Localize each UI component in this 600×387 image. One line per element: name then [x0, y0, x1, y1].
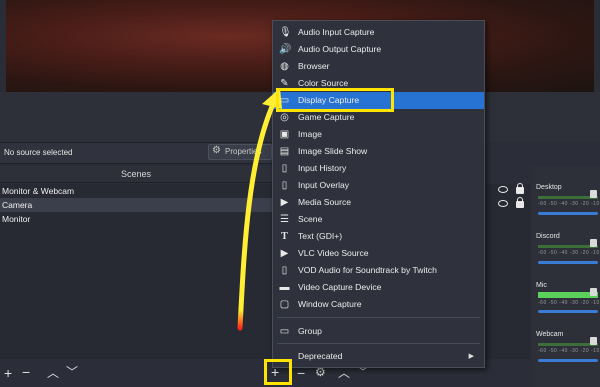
folder-icon: ▭: [279, 326, 290, 337]
menu-item-browser[interactable]: ◍ Browser: [273, 58, 484, 75]
menu-item-label: Input Overlay: [298, 180, 350, 190]
volume-meter: [538, 292, 598, 298]
menu-item-label: Input History: [298, 163, 347, 173]
speaker-icon[interactable]: [590, 288, 597, 296]
menu-item-label: Audio Output Capture: [298, 44, 382, 54]
menu-item-label: Color Source: [298, 78, 349, 88]
list-icon: ☰: [280, 214, 289, 225]
eye-icon[interactable]: [498, 200, 508, 207]
menu-item-label: Image Slide Show: [298, 146, 368, 156]
menu-item-vod-audio[interactable]: ▯ VOD Audio for Soundtrack by Twitch: [273, 262, 484, 279]
chevron-down-icon[interactable]: ﹀: [66, 365, 78, 379]
menu-item-window-capture[interactable]: ▢ Window Capture: [273, 296, 484, 313]
volume-meter: [538, 343, 598, 346]
menu-item-label: Window Capture: [298, 299, 362, 309]
menu-item-label: Image: [298, 129, 322, 139]
scenes-header: Scenes: [0, 166, 272, 183]
menu-item-label: Deprecated: [298, 351, 343, 361]
volume-slider[interactable]: [538, 310, 598, 313]
speaker-icon: 🔊: [279, 44, 292, 55]
gear-icon: ⚙: [212, 145, 221, 156]
menu-item-label: Browser: [298, 61, 330, 71]
menu-item-label: Group: [298, 326, 322, 336]
text-cursor-icon: ▯: [281, 265, 288, 276]
scene-item-monitor-webcam[interactable]: Monitor & Webcam: [0, 184, 272, 198]
menu-item-label: Scene: [298, 214, 323, 224]
menu-item-label: Media Source: [298, 197, 352, 207]
menu-item-label: Video Capture Device: [298, 282, 382, 292]
plus-icon[interactable]: +: [271, 365, 279, 379]
highlight-box-display-capture: [276, 88, 394, 112]
meter-scale: -60 -50 -40 -30 -20 -10 0: [538, 348, 600, 354]
submenu-arrow-icon: ▶: [468, 353, 474, 360]
add-source-menu: 🎙 Audio Input Capture 🔊 Audio Output Captu…: [272, 20, 485, 368]
globe-icon: ◍: [280, 61, 289, 72]
image-icon: ▣: [279, 129, 290, 140]
scene-item-monitor[interactable]: Monitor: [0, 212, 272, 226]
menu-item-group[interactable]: ▭ Group: [273, 323, 484, 340]
volume-meter: [538, 245, 598, 248]
menu-separator: [277, 317, 480, 318]
menu-item-label: Game Capture: [298, 112, 355, 122]
gamepad-icon: ◎: [280, 112, 289, 123]
menu-item-label: VOD Audio for Soundtrack by Twitch: [298, 265, 437, 275]
menu-item-video-capture-device[interactable]: ▬ Video Capture Device: [273, 279, 484, 296]
camera-icon: ▬: [279, 282, 290, 293]
eye-icon[interactable]: [498, 186, 508, 193]
speaker-icon[interactable]: [590, 337, 597, 345]
menu-item-label: VLC Video Source: [298, 248, 369, 258]
lock-icon[interactable]: [516, 183, 524, 194]
volume-slider[interactable]: [538, 212, 598, 215]
menu-item-scene[interactable]: ☰ Scene: [273, 211, 484, 228]
menu-item-label: Text (GDI+): [298, 231, 343, 241]
volume-meter: [538, 196, 598, 199]
play-icon: ▶: [280, 197, 289, 208]
menu-item-input-history[interactable]: ▯ Input History: [273, 160, 484, 177]
no-source-label: No source selected: [4, 148, 73, 157]
chevron-up-icon[interactable]: ︿: [47, 366, 59, 380]
menu-item-image-slide-show[interactable]: ▤ Image Slide Show: [273, 143, 484, 160]
menu-item-image[interactable]: ▣ Image: [273, 126, 484, 143]
menu-item-input-overlay[interactable]: ▯ Input Overlay: [273, 177, 484, 194]
window-icon: ▢: [279, 299, 290, 310]
menu-separator: [277, 343, 480, 344]
microphone-icon: 🎙: [279, 27, 292, 38]
menu-item-text-gdi[interactable]: T Text (GDI+): [273, 228, 484, 245]
meter-scale: -60 -50 -40 -30 -20 -10 0: [538, 300, 600, 306]
slideshow-icon: ▤: [279, 146, 290, 157]
speaker-icon[interactable]: [590, 239, 597, 247]
highlight-box-add-source: +: [264, 359, 292, 385]
menu-item-audio-output-capture[interactable]: 🔊 Audio Output Capture: [273, 41, 484, 58]
plus-icon[interactable]: +: [4, 366, 12, 380]
volume-slider[interactable]: [538, 359, 598, 362]
text-cursor-icon: ▯: [281, 163, 288, 174]
menu-item-deprecated[interactable]: Deprecated ▶: [273, 348, 484, 365]
chevron-up-icon[interactable]: ︿: [338, 366, 350, 380]
scene-item-camera[interactable]: Camera: [0, 198, 272, 212]
menu-item-audio-input-capture[interactable]: 🎙 Audio Input Capture: [273, 24, 484, 41]
scenes-toolbar: + − ︿ ﹀: [0, 359, 272, 387]
meter-scale: -60 -50 -40 -30 -20 -10 0: [538, 250, 600, 256]
minus-icon[interactable]: −: [22, 365, 30, 379]
minus-icon[interactable]: −: [297, 366, 305, 380]
lock-icon[interactable]: [516, 197, 524, 208]
menu-item-media-source[interactable]: ▶ Media Source: [273, 194, 484, 211]
play-icon: ▶: [280, 248, 289, 259]
menu-item-vlc-video-source[interactable]: ▶ VLC Video Source: [273, 245, 484, 262]
menu-item-label: Audio Input Capture: [298, 27, 375, 37]
volume-slider[interactable]: [538, 261, 598, 264]
scenes-list[interactable]: Monitor & Webcam Camera Monitor: [0, 184, 272, 359]
speaker-icon[interactable]: [590, 190, 597, 198]
text-icon: T: [281, 231, 288, 242]
text-cursor-icon: ▯: [281, 180, 288, 191]
meter-scale: -60 -50 -40 -30 -20 -10 0: [538, 201, 600, 207]
